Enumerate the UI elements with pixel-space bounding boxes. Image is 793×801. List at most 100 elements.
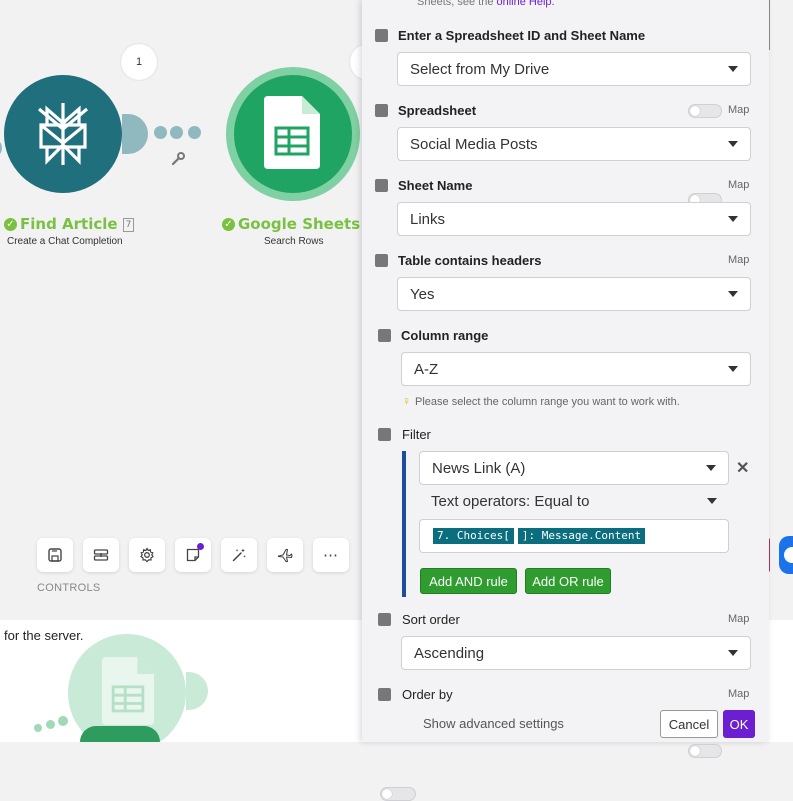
field-checkbox[interactable] <box>378 613 391 626</box>
add-or-rule-button[interactable]: Add OR rule <box>525 568 611 594</box>
link-dot <box>170 126 183 139</box>
scenario-canvas[interactable]: 1 ✓ Find Article 7 Create a Chat Completio… <box>0 0 362 742</box>
bubble-count: 1 <box>135 56 143 68</box>
map-label: Map <box>728 179 750 191</box>
field-checkbox[interactable] <box>375 179 388 192</box>
sheet-name-select[interactable]: Links <box>397 202 751 236</box>
connector-stub <box>0 138 2 158</box>
google-sheets-title[interactable]: ✓Google Sheets15 <box>222 215 362 233</box>
controls-label: CONTROLS <box>37 582 101 594</box>
select-value: A-Z <box>414 360 439 378</box>
node-title: Find Article <box>20 215 118 233</box>
field-checkbox[interactable] <box>378 428 391 441</box>
chevron-down-icon <box>728 291 738 297</box>
node-connector <box>122 114 148 154</box>
chevron-down-icon <box>728 216 738 222</box>
find-article-title[interactable]: ✓ Find Article 7 <box>4 215 135 233</box>
map-label: Map <box>728 688 750 700</box>
check-icon: ✓ <box>222 218 235 231</box>
link-dot <box>154 126 167 139</box>
select-value: Ascending <box>414 644 485 662</box>
google-sheets-subtitle: Search Rows <box>264 236 324 247</box>
headers-select[interactable]: Yes <box>397 277 751 311</box>
add-and-rule-button[interactable]: Add AND rule <box>420 568 517 594</box>
chevron-down-icon <box>707 498 717 504</box>
column-range-select[interactable]: A-Z <box>401 352 751 386</box>
perplexity-logo-icon <box>37 103 89 165</box>
field-checkbox[interactable] <box>378 688 391 701</box>
select-value: Select from My Drive <box>410 60 550 78</box>
operations-count-bubble[interactable]: 1 <box>121 44 157 80</box>
spreadsheet-id-label: Enter a Spreadsheet ID and Sheet Name <box>398 28 646 43</box>
spreadsheet-select[interactable]: Social Media Posts <box>397 127 751 161</box>
hint-text: Please select the column range you want … <box>415 396 680 408</box>
scenario-settings-button[interactable] <box>129 538 165 572</box>
select-value: Yes <box>410 285 435 303</box>
more-icon: ⋯ <box>323 547 339 564</box>
remove-filter-icon[interactable]: ✕ <box>736 458 749 478</box>
auto-align-button[interactable] <box>83 538 119 572</box>
chevron-down-icon <box>728 650 738 656</box>
explain-flow-button[interactable] <box>267 538 303 572</box>
module-id-badge: 7 <box>122 217 135 232</box>
find-article-node[interactable] <box>4 75 122 193</box>
map-toggle[interactable] <box>688 104 722 118</box>
module-settings-panel: Sheets, see the online Help. Enter a Spr… <box>362 0 769 801</box>
mapped-value-pill[interactable]: ]: Message.Content <box>517 528 646 544</box>
ghost-node-base <box>80 726 160 742</box>
airplane-icon <box>277 548 293 563</box>
save-button[interactable] <box>37 538 73 572</box>
more-button[interactable]: ⋯ <box>313 538 349 572</box>
google-sheets-node[interactable] <box>226 67 360 201</box>
side-button-blue[interactable] <box>779 536 793 574</box>
chevron-down-icon <box>706 465 716 471</box>
column-range-label: Column range <box>401 328 489 343</box>
map-label: Map <box>728 104 750 116</box>
magic-wand-icon <box>232 548 246 562</box>
online-help-link[interactable]: online Help. <box>497 0 555 8</box>
save-icon <box>48 548 62 562</box>
advanced-settings-label: Show advanced settings <box>423 716 564 731</box>
spreadsheet-label: Spreadsheet <box>398 103 477 118</box>
link-dot <box>188 126 201 139</box>
field-checkbox[interactable] <box>375 29 388 42</box>
select-value: Text operators: Equal to <box>431 492 590 510</box>
field-checkbox[interactable] <box>375 104 388 117</box>
field-checkbox[interactable] <box>375 254 388 267</box>
gear-icon <box>140 547 154 563</box>
controls-toolbar: ⋯ <box>37 538 349 572</box>
lightbulb-icon: ♀ <box>402 394 411 408</box>
filter-operator-select[interactable]: Text operators: Equal to <box>419 486 729 516</box>
spreadsheet-id-select[interactable]: Select from My Drive <box>397 52 751 86</box>
ok-button[interactable]: OK <box>723 710 755 738</box>
advanced-settings-toggle[interactable] <box>380 787 416 801</box>
chevron-down-icon <box>728 141 738 147</box>
map-toggle[interactable] <box>688 744 722 758</box>
help-text: Sheets, see the online Help. <box>417 0 555 8</box>
map-label: Map <box>728 613 750 625</box>
filter-group-bar <box>402 451 406 597</box>
sort-order-select[interactable]: Ascending <box>401 636 751 670</box>
mapped-value-pill[interactable]: 7. Choices[ <box>433 528 514 544</box>
cancel-button[interactable]: Cancel <box>660 710 718 738</box>
google-sheets-icon <box>264 96 320 169</box>
select-value: News Link (A) <box>432 459 526 477</box>
chevron-down-icon <box>728 66 738 72</box>
help-text-prefix: Sheets, see the <box>417 0 497 8</box>
select-value: Links <box>410 210 446 228</box>
headers-label: Table contains headers <box>398 253 542 268</box>
notes-button[interactable] <box>175 538 211 572</box>
node-title: Google Sheets <box>238 215 361 233</box>
sheet-name-label: Sheet Name <box>398 178 473 193</box>
field-checkbox[interactable] <box>378 329 391 342</box>
ghost-dot <box>58 716 68 726</box>
ghost-dot <box>46 720 55 729</box>
find-article-subtitle: Create a Chat Completion <box>7 236 123 247</box>
filter-column-select[interactable]: News Link (A) <box>419 451 729 485</box>
filter-label: Filter <box>402 427 431 442</box>
filter-value-input[interactable]: 7. Choices[]: Message.Content <box>419 519 729 553</box>
wrench-icon[interactable] <box>171 152 185 166</box>
log-panel-right <box>769 620 793 742</box>
ai-assist-button[interactable] <box>221 538 257 572</box>
operations-count-bubble-partial <box>350 44 362 80</box>
